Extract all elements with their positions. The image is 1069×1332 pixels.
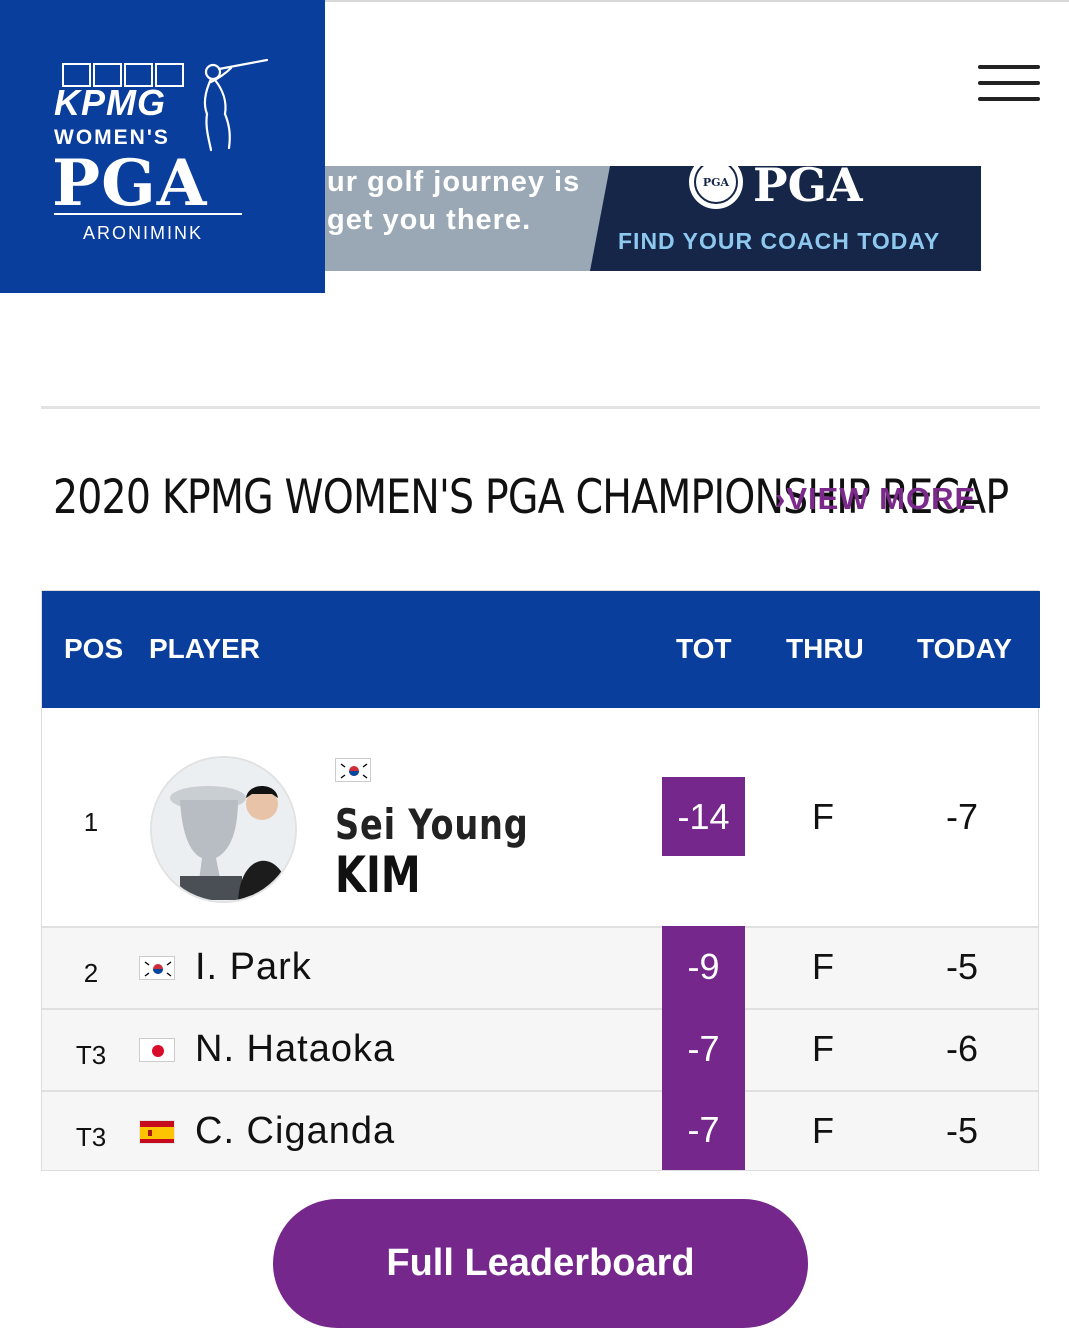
row-player-name[interactable]: N. Hataoka	[195, 1028, 395, 1071]
logo-venue: ARONIMINK	[83, 223, 204, 243]
row-thru: F	[812, 1110, 834, 1151]
ad-text-line1: ur golf journey is	[327, 166, 581, 198]
spain-flag-icon	[139, 1120, 175, 1144]
south-korea-flag-icon	[139, 956, 175, 980]
logo-rule	[54, 213, 242, 215]
section-divider	[41, 406, 1040, 409]
svg-text:PGA: PGA	[703, 176, 730, 189]
leader-today: -7	[945, 796, 978, 837]
leader-first-name: Sei Young	[335, 800, 529, 849]
leader-row[interactable]: 1 Sei Young KIM -14 F -7	[42, 708, 1038, 926]
row-player-name[interactable]: I. Park	[195, 946, 312, 989]
col-tot: TOT	[676, 633, 732, 664]
full-leaderboard-button[interactable]: Full Leaderboard	[273, 1199, 808, 1328]
ad-pga-brand: PGA	[753, 166, 863, 212]
ad-text-line2: get you there.	[327, 204, 532, 236]
row-pos: T3	[75, 1122, 107, 1152]
leaderboard-header: POS PLAYER TOT THRU TODAY	[42, 591, 1040, 708]
col-player: PLAYER	[149, 633, 261, 664]
japan-flag-icon	[139, 1038, 175, 1062]
leader-thru: F	[812, 796, 834, 837]
row-today: -5	[945, 1110, 978, 1151]
logo-line2: PGA	[52, 146, 208, 221]
row-thru: F	[812, 1028, 834, 1069]
leader-avatar	[150, 756, 297, 903]
view-more-link[interactable]: ›VIEW MORE	[775, 481, 976, 517]
leader-pos: 1	[83, 807, 99, 837]
golfer-silhouette-icon	[203, 58, 269, 152]
row-total: -7	[662, 1008, 745, 1090]
row-today: -5	[945, 946, 978, 987]
south-korea-flag-icon	[335, 758, 371, 782]
table-row[interactable]: T3 N. Hataoka -7 F -6	[42, 1008, 1038, 1090]
row-total: -7	[662, 1090, 745, 1170]
table-row[interactable]: 2 I. Park -9 F -5	[42, 926, 1038, 1008]
site-logo[interactable]: KPMG WOMEN'S PGA ARONIMINK	[0, 0, 325, 293]
col-thru: THRU	[786, 633, 864, 664]
row-today: -6	[945, 1028, 978, 1069]
row-pos: T3	[75, 1040, 107, 1070]
leader-last-name: KIM	[335, 846, 421, 904]
table-row[interactable]: T3 C. Ciganda -7 F -5	[42, 1090, 1038, 1170]
row-player-name[interactable]: C. Ciganda	[195, 1110, 395, 1153]
col-pos: POS	[64, 633, 124, 664]
leader-total: -14	[662, 777, 745, 856]
col-today: TODAY	[917, 633, 1012, 664]
logo-brand: KPMG	[54, 82, 166, 123]
leaderboard-table: POS PLAYER TOT THRU TODAY 1 Sei Young KI…	[41, 590, 1040, 1171]
hamburger-menu-icon[interactable]	[978, 62, 1040, 104]
ad-cta[interactable]: FIND YOUR COACH TODAY	[618, 228, 940, 255]
row-total: -9	[662, 926, 745, 1008]
chevron-right-icon: ›	[775, 481, 787, 516]
view-more-label: VIEW MORE	[786, 481, 977, 516]
row-pos: 2	[83, 958, 99, 988]
ad-banner[interactable]: ur golf journey is get you there. PGA PG…	[300, 166, 981, 271]
pga-seal-icon: PGA	[689, 166, 743, 209]
row-thru: F	[812, 946, 834, 987]
